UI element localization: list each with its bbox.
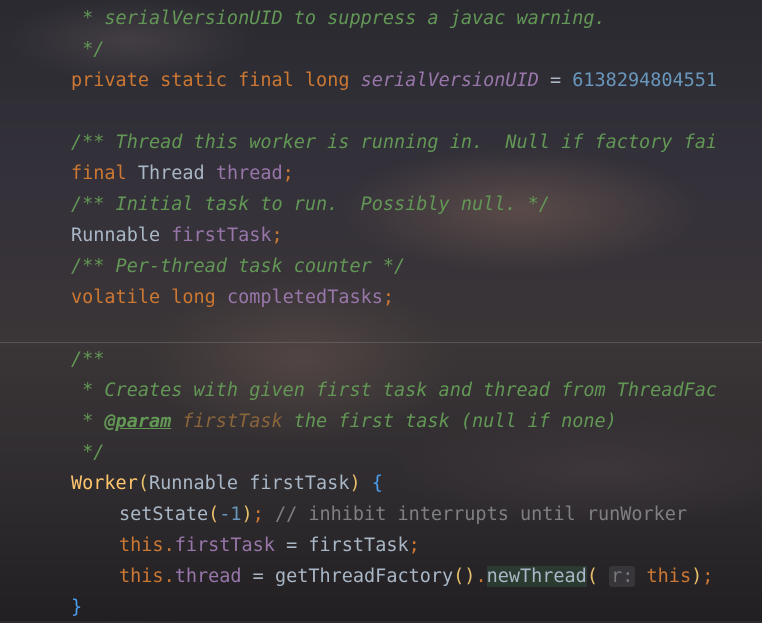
doc-comment: * serialVersionUID to suppress a javac w… [71,8,606,29]
doc-comment-star: * [71,411,105,432]
dot: . [163,566,175,587]
constructor-params: Runnable firstTask [148,473,350,494]
method-separator [0,342,762,343]
semicolon: ; [271,225,283,246]
paren-close: ) [349,473,361,494]
doc-comment-creates: * Creates with given first task and thre… [71,380,718,401]
paren-open: ( [208,504,220,525]
keyword-volatile: volatile [71,287,161,308]
javadoc-param-desc: the first task (null if none) [282,411,617,432]
field-thread: thread [215,163,283,184]
dot: . [475,566,487,587]
keyword-final: final [238,70,294,91]
code-line-19[interactable]: this.thread = getThreadFactory().newThre… [0,561,762,592]
number-literal: -1 [219,504,242,525]
code-line-6[interactable]: final Thread thread; [0,158,762,189]
semicolon: ; [408,535,420,556]
line-comment: // inhibit interrupts until runWorker [274,504,688,525]
assign-first-task: = firstTask [274,535,409,556]
keyword-this: this [646,566,692,587]
doc-comment-counter: /** Per-thread task counter */ [71,256,406,277]
paren-open: ( [586,566,598,587]
type-thread: Thread [137,163,205,184]
call-get-thread-factory: = getThreadFactory [241,566,454,587]
doc-comment-initial-task: /** Initial task to run. Possibly null. … [71,194,550,215]
code-line-10[interactable]: volatile long completedTasks; [0,282,762,313]
dot: . [163,535,175,556]
code-line-17[interactable]: setState(-1); // inhibit interrupts unti… [0,499,762,530]
keyword-private: private [71,70,149,91]
parameter-hint: r: [609,566,636,587]
keyword-final: final [71,163,127,184]
code-line-14[interactable]: * @param firstTask the first task (null … [0,406,762,437]
semicolon: ; [252,504,264,525]
field-completed-tasks: completedTasks [226,287,383,308]
brace-open: { [371,473,383,494]
code-line-8[interactable]: Runnable firstTask; [0,220,762,251]
code-line-15[interactable]: */ [0,437,762,468]
code-line-5[interactable]: /** Thread this worker is running in. Nu… [0,127,762,158]
doc-comment-start: /** [71,349,105,370]
doc-comment-end: */ [71,39,105,60]
code-line-7[interactable]: /** Initial task to run. Possibly null. … [0,189,762,220]
semicolon: ; [282,163,294,184]
type-runnable: Runnable [71,225,161,246]
code-line-13[interactable]: * Creates with given first task and thre… [0,375,762,406]
field-first-task: firstTask [171,225,272,246]
field-first-task: firstTask [174,535,275,556]
operator-assign: = [549,70,562,91]
code-line-18[interactable]: this.firstTask = firstTask; [0,530,762,561]
keyword-this: this [119,566,164,587]
code-line-16[interactable]: Worker(Runnable firstTask) { [0,468,762,499]
doc-comment-thread: /** Thread this worker is running in. Nu… [71,132,718,153]
code-line-12[interactable]: /** [0,344,762,375]
parens: () [453,566,476,587]
keyword-long: long [304,70,350,91]
javadoc-param-name: firstTask [182,411,283,432]
code-line-9[interactable]: /** Per-thread task counter */ [0,251,762,282]
call-set-state: setState [119,504,209,525]
constructor-worker: Worker [71,473,138,494]
brace-close: } [71,597,83,618]
keyword-static: static [160,70,227,91]
keyword-long: long [171,287,216,308]
semicolon: ; [702,566,714,587]
field-serial-version-uid: serialVersionUID [360,70,539,91]
paren-close: ) [691,566,703,587]
code-line-20[interactable]: } [0,592,762,623]
code-editor[interactable]: * serialVersionUID to suppress a javac w… [0,0,762,621]
paren-open: ( [137,473,149,494]
code-line-3[interactable]: private static final long serialVersionU… [0,65,762,96]
doc-comment-end: */ [71,442,105,463]
javadoc-param-tag: @param [104,411,172,432]
paren-close: ) [241,504,253,525]
field-thread: thread [174,566,242,587]
call-new-thread: newThread [486,566,587,587]
keyword-this: this [119,535,164,556]
code-line-1[interactable]: * serialVersionUID to suppress a javac w… [0,3,762,34]
semicolon: ; [382,287,395,308]
code-line-2[interactable]: */ [0,34,762,65]
number-literal: 6138294804551 [572,70,718,91]
